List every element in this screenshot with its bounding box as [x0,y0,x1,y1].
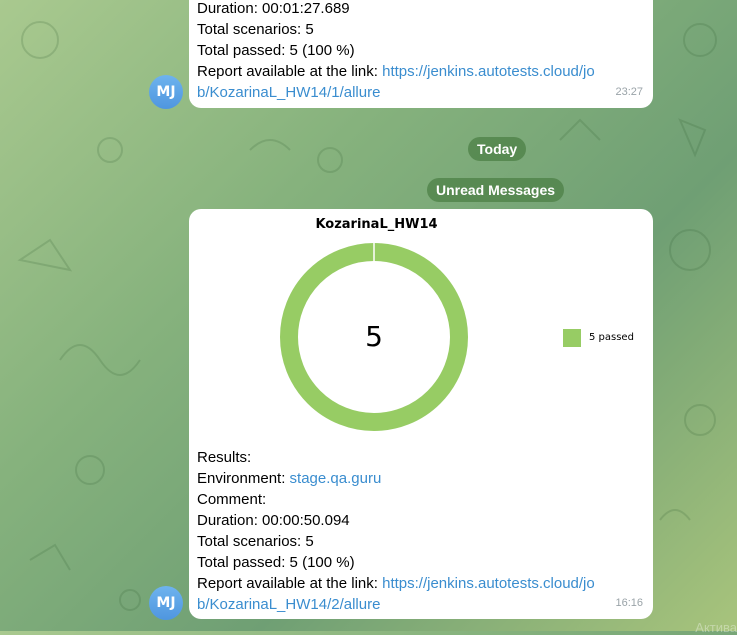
total-scenarios-line: Total scenarios: 5 [197,531,637,552]
total-passed-line: Total passed: 5 (100 %) [197,40,645,61]
duration-label: Duration: [197,512,258,529]
report-line: Report available at the link: https://je… [197,61,645,82]
total-passed-value: 5 (100 %) [285,554,355,571]
total-scenarios-value: 5 [301,533,314,550]
total-passed-value: 5 (100 %) [285,42,355,59]
environment-label: Environment: [197,470,290,487]
comment-line: Comment: [197,491,267,508]
donut-center-value: 5 [365,320,383,353]
legend-label-passed: 5 passed [589,332,634,343]
donut-chart[interactable]: 5 [279,242,469,432]
environment-link[interactable]: stage.qa.guru [290,470,382,487]
report-line-continued: b/KozarinaL_HW14/2/allure [197,594,637,615]
avatar[interactable]: MJ [149,75,183,109]
total-scenarios-value: 5 [301,21,314,38]
environment-line: Environment: stage.qa.guru [197,468,637,489]
report-line: Report available at the link: https://je… [197,573,637,594]
report-label: Report available at the link: [197,575,383,592]
report-line-continued: b/KozarinaL_HW14/1/allure [197,82,645,103]
activation-watermark: Актива [695,620,737,635]
report-link[interactable]: https://jenkins.autotests.cloud/jo [382,575,595,592]
duration-line: Duration: 00:01:27.689 [197,0,645,19]
report-label: Report available at the link: [197,63,383,80]
report-link[interactable]: https://jenkins.autotests.cloud/jo [382,63,595,80]
total-passed-line: Total passed: 5 (100 %) [197,552,637,573]
duration-label: Duration: [197,0,258,17]
report-link-continued[interactable]: b/KozarinaL_HW14/2/allure [197,596,380,613]
duration-value: 00:00:50.094 [257,512,350,529]
total-scenarios-label: Total scenarios: [197,533,302,550]
duration-line: Duration: 00:00:50.094 [197,510,637,531]
message-time: 16:16 [615,597,643,609]
total-passed-label: Total passed: [197,42,286,59]
duration-value: 00:01:27.689 [257,0,350,17]
total-scenarios-label: Total scenarios: [197,21,302,38]
message-time: 23:27 [615,86,643,98]
results-line: Results: [197,449,252,466]
message-bubble-1: Duration: 00:01:27.689 Total scenarios: … [189,0,653,108]
total-scenarios-line: Total scenarios: 5 [197,19,645,40]
chart-legend: 5 passed [563,327,634,348]
legend-swatch-passed [563,328,581,347]
date-divider-today: Today [468,137,527,161]
chart-title: KozarinaL_HW14 [315,217,438,232]
report-link-continued[interactable]: b/KozarinaL_HW14/1/allure [197,84,380,101]
message-bubble-2: KozarinaL_HW14 5 5 passed Results: Envir… [189,209,653,619]
total-passed-label: Total passed: [197,554,286,571]
unread-messages-divider: Unread Messages [427,178,565,202]
message-text: Results: Environment: stage.qa.guru Comm… [197,447,637,615]
avatar[interactable]: MJ [149,586,183,620]
